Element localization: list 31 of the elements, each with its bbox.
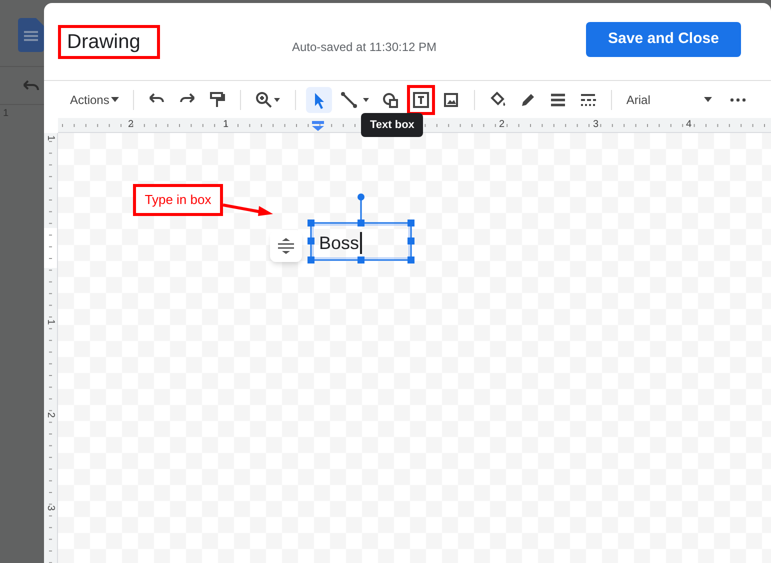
ruler-label: 4 [686,119,692,131]
undo-icon [22,79,40,93]
ruler-label: 3 [44,505,55,511]
line-icon [339,90,372,110]
zoom-icon [254,90,282,110]
selection-handles[interactable] [306,193,416,265]
align-icon [277,237,295,255]
ruler-label: 1 [223,119,229,131]
more-icon[interactable] [730,98,746,102]
tool-button[interactable] [306,86,332,112]
autosave-status: Auto-saved at 11:30:12 PM [292,39,437,56]
ruler-label: 1 [44,135,55,141]
annotation-arrow [223,202,273,216]
ruler-label: 1 [44,319,55,325]
indent-marker [312,121,324,131]
ruler-label: 2 [128,119,134,131]
annotation-callout: Type in box [133,184,223,216]
text-box-icon [411,90,432,110]
paint-roller-icon [207,90,228,110]
ruler-label: 2 [44,412,55,418]
font-dropdown[interactable]: Arial [622,86,716,112]
save-and-close-button[interactable]: Save and Close [586,22,741,57]
caret-icon [704,97,712,102]
ruler-label: 3 [593,119,599,131]
docs-icon [18,18,44,52]
dialog-title: Drawing [67,30,140,54]
tooltip: Text box [361,113,424,137]
ruler-label: 2 [499,119,505,131]
caret-icon [111,97,120,102]
actions-menu[interactable]: Actions [66,86,124,112]
vertical-align-button[interactable] [270,230,302,262]
